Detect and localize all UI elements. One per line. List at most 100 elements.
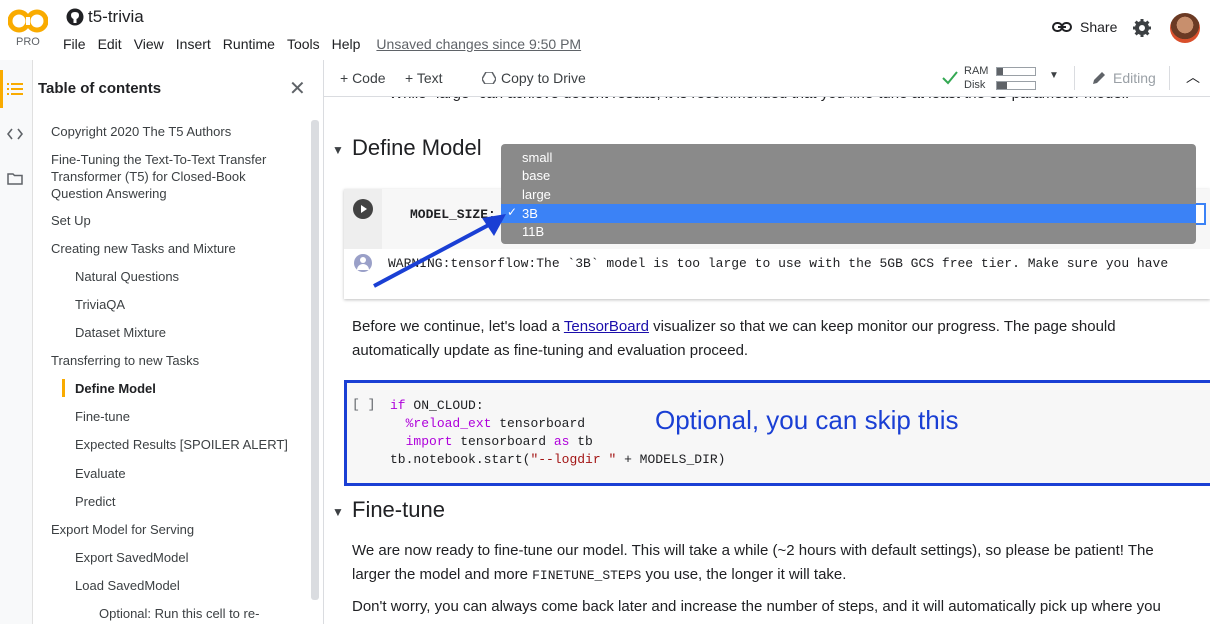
cell-prompt: [ ] [352,397,376,412]
dropdown-option-selected[interactable]: 3B [522,206,538,221]
paragraph-text: visualizer so that we can keep monitor o… [648,318,1116,335]
toc-item[interactable]: Transferring to new Tasks [51,352,291,369]
github-icon[interactable] [66,8,84,26]
collapse-section-icon[interactable]: ▼ [332,143,344,157]
annotation-text: Optional, you can skip this [655,405,959,435]
add-code-button[interactable]: + Code [340,70,386,86]
gear-icon[interactable] [1132,18,1152,38]
dropdown-option[interactable]: small [522,150,552,165]
toc-item[interactable]: Optional: Run this cell to re- [99,605,323,622]
toc-item[interactable]: Load SavedModel [75,577,315,594]
link-icon [1052,22,1072,32]
toc-item[interactable]: Copyright 2020 The T5 Authors [51,123,291,140]
pencil-icon [1093,72,1105,84]
toc-item[interactable]: Expected Results [SPOILER ALERT] [75,436,315,453]
toc-item[interactable]: Export SavedModel [75,549,315,566]
app-header: PRO t5-trivia File Edit View Insert Runt… [0,0,1210,60]
toc-title: Table of contents [38,80,162,97]
share-label: Share [1080,19,1118,35]
share-button[interactable]: Share [1052,19,1117,35]
paragraph: Don't worry, you can always come back la… [352,595,1202,619]
toc-panel: Table of contents ✕ Copyright 2020 The T… [33,60,324,624]
menu-runtime[interactable]: Runtime [223,36,275,52]
left-rail [0,60,33,624]
collapse-section-icon[interactable]: ▼ [332,505,344,519]
toc-item[interactable]: Creating new Tasks and Mixture [51,240,291,257]
toolbar-divider [1074,66,1075,90]
toc-item[interactable]: Predict [75,493,315,510]
toc-icon[interactable] [7,82,23,96]
section-heading: Fine-tune [352,497,445,522]
notebook-title[interactable]: t5-trivia [88,7,144,27]
toc-item[interactable]: TriviaQA [75,296,315,313]
check-icon [942,71,958,85]
toc-item-active[interactable]: Define Model [75,380,315,397]
code-token: tensorboard [452,434,554,449]
copy-to-drive-label: Copy to Drive [501,70,586,86]
editing-label: Editing [1113,70,1156,86]
paragraph-text: automatically update as fine-tuning and … [352,342,749,359]
code-token: tb.notebook.start( [390,452,531,467]
toc-active-marker [62,379,65,397]
ram-label: RAM [964,65,989,77]
code-token: tensorboard [491,416,586,431]
menu-insert[interactable]: Insert [176,36,211,52]
dropdown-selection-highlight [501,204,1196,223]
tensorboard-code-cell[interactable]: [ ] if ON_CLOUD: %reload_ext tensorboard… [344,380,1210,486]
toc-item[interactable]: Set Up [51,212,291,229]
toolbar-divider [1169,66,1170,90]
menu-help[interactable]: Help [332,36,361,52]
notebook-toolbar: + Code + Text Copy to Drive RAM Disk ▼ E… [324,60,1210,97]
code-token: ON_CLOUD: [405,398,484,413]
code-token: if [390,398,406,413]
paragraph-text: Before we continue, let's load a [352,318,564,335]
disk-label: Disk [964,79,986,91]
ram-meter[interactable] [996,67,1036,76]
inline-code: FINETUNE_STEPS [532,568,642,583]
dropdown-option[interactable]: 11B [522,224,544,239]
copy-to-drive-button[interactable]: Copy to Drive [482,70,586,86]
rail-active-indicator [0,70,3,108]
code-token: as [553,434,570,449]
editing-toggle[interactable]: Editing [1091,70,1156,86]
collapse-header-icon[interactable]: ︿ [1186,67,1200,87]
menu-edit[interactable]: Edit [98,36,122,52]
paragraph-text: We are now ready to fine-tune our model.… [352,542,1154,559]
toc-item[interactable]: Evaluate [75,465,315,482]
unsaved-changes-link[interactable]: Unsaved changes since 9:50 PM [376,36,581,52]
code-token: "--logdir " [530,452,617,467]
toc-item[interactable]: Export Model for Serving [51,521,291,538]
menu-bar: File Edit View Insert Runtime Tools Help… [63,36,593,52]
toc-item[interactable]: Natural Questions [75,268,315,285]
code-snippets-icon[interactable] [7,128,23,140]
toc-item[interactable]: Dataset Mixture [75,324,315,341]
dropdown-option[interactable]: base [522,168,550,183]
folder-icon[interactable] [7,172,23,185]
section-heading: Define Model [352,135,482,160]
resources-dropdown-icon[interactable]: ▼ [1049,70,1059,81]
paragraph-text: you use, the longer it will take. [641,566,847,583]
drive-icon [482,72,496,84]
dropdown-option[interactable]: large [522,187,551,202]
disk-meter-fill [997,82,1007,89]
toc-scrollbar[interactable] [311,120,319,600]
ram-meter-fill [997,68,1003,75]
user-avatar[interactable] [1170,13,1200,43]
colab-logo-icon[interactable] [8,8,48,34]
disk-meter[interactable] [996,81,1036,90]
annotation-arrow-icon [373,214,506,288]
model-size-dropdown[interactable]: small base large ✓ 3B 11B [501,144,1196,244]
menu-file[interactable]: File [63,36,86,52]
paragraph-text: larger the model and more [352,566,533,583]
add-text-button[interactable]: + Text [405,70,443,86]
close-icon[interactable]: ✕ [289,76,306,101]
menu-tools[interactable]: Tools [287,36,320,52]
toc-item[interactable]: Fine-tune [75,408,315,425]
menu-view[interactable]: View [134,36,164,52]
code-token: + MODELS_DIR) [616,452,726,467]
paragraph: We are now ready to fine-tune our model.… [352,539,1202,588]
paragraph: Before we continue, let's load a TensorB… [352,315,1192,363]
code-token: import [405,434,453,449]
toc-item[interactable]: Fine-Tuning the Text-To-Text Transfer Tr… [51,151,291,202]
tensorboard-link[interactable]: TensorBoard [564,318,649,335]
